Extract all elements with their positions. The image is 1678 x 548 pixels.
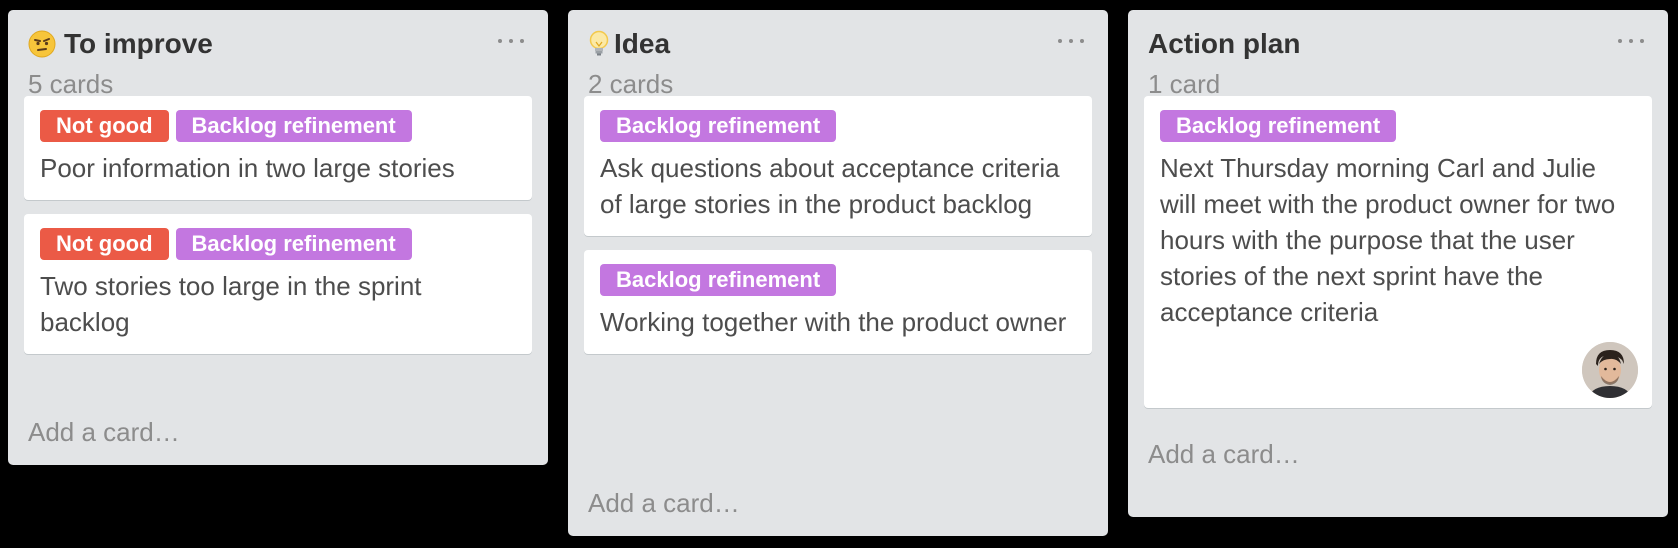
list-idea: Idea 2 cards Backlog refinement Ask ques… — [568, 10, 1108, 536]
list-menu-icon[interactable] — [1058, 36, 1084, 46]
list-menu-icon[interactable] — [1618, 36, 1644, 46]
list-header: To improve 5 cards — [8, 10, 548, 99]
card-labels: Backlog refinement — [600, 110, 1076, 142]
list-menu-icon[interactable] — [498, 36, 524, 46]
card[interactable]: Backlog refinement Ask questions about a… — [584, 96, 1092, 236]
list-to-improve: To improve 5 cards Not good Backlog refi… — [8, 10, 548, 465]
card-labels: Backlog refinement — [1160, 110, 1636, 142]
card-list: Not good Backlog refinement Poor informa… — [8, 96, 548, 354]
label-backlog-refinement: Backlog refinement — [1160, 110, 1397, 142]
label-not-good: Not good — [40, 110, 169, 142]
card[interactable]: Backlog refinement Working together with… — [584, 250, 1092, 354]
list-title[interactable]: Action plan — [1148, 26, 1652, 62]
add-card-button[interactable]: Add a card… — [1148, 436, 1300, 472]
list-header: Idea 2 cards — [568, 10, 1108, 99]
card-title: Working together with the product owner — [600, 307, 1067, 337]
label-backlog-refinement: Backlog refinement — [175, 110, 412, 142]
card[interactable]: Backlog refinement Next Thursday morning… — [1144, 96, 1652, 408]
label-backlog-refinement: Backlog refinement — [600, 110, 837, 142]
list-title-text: Action plan — [1148, 28, 1301, 59]
list-title-text: To improve — [64, 28, 213, 59]
label-not-good: Not good — [40, 228, 169, 260]
member-avatar[interactable] — [1582, 342, 1638, 398]
card-title: Next Thursday morning Carl and Julie wil… — [1160, 153, 1616, 327]
board: To improve 5 cards Not good Backlog refi… — [0, 0, 1678, 548]
card-list: Backlog refinement Ask questions about a… — [568, 96, 1108, 354]
card-title: Two stories too large in the sprint back… — [40, 271, 422, 337]
card-labels: Not good Backlog refinement — [40, 110, 516, 142]
label-backlog-refinement: Backlog refinement — [600, 264, 837, 296]
list-header: Action plan 1 card — [1128, 10, 1668, 99]
list-action-plan: Action plan 1 card Backlog refinement Ne… — [1128, 10, 1668, 517]
card[interactable]: Not good Backlog refinement Two stories … — [24, 214, 532, 354]
card-labels: Backlog refinement — [600, 264, 1076, 296]
label-backlog-refinement: Backlog refinement — [175, 228, 412, 260]
card-labels: Not good Backlog refinement — [40, 228, 516, 260]
add-card-button[interactable]: Add a card… — [28, 414, 180, 450]
card-title: Ask questions about acceptance criteria … — [600, 153, 1060, 219]
card-title: Poor information in two large stories — [40, 153, 455, 183]
list-title[interactable]: To improve — [28, 26, 532, 62]
card[interactable]: Not good Backlog refinement Poor informa… — [24, 96, 532, 200]
card-list: Backlog refinement Next Thursday morning… — [1128, 96, 1668, 408]
add-card-button[interactable]: Add a card… — [588, 485, 740, 521]
unimpressed-face-icon — [28, 30, 56, 58]
lightbulb-icon — [588, 30, 610, 58]
list-title[interactable]: Idea — [588, 26, 1092, 62]
list-title-text: Idea — [614, 28, 671, 59]
